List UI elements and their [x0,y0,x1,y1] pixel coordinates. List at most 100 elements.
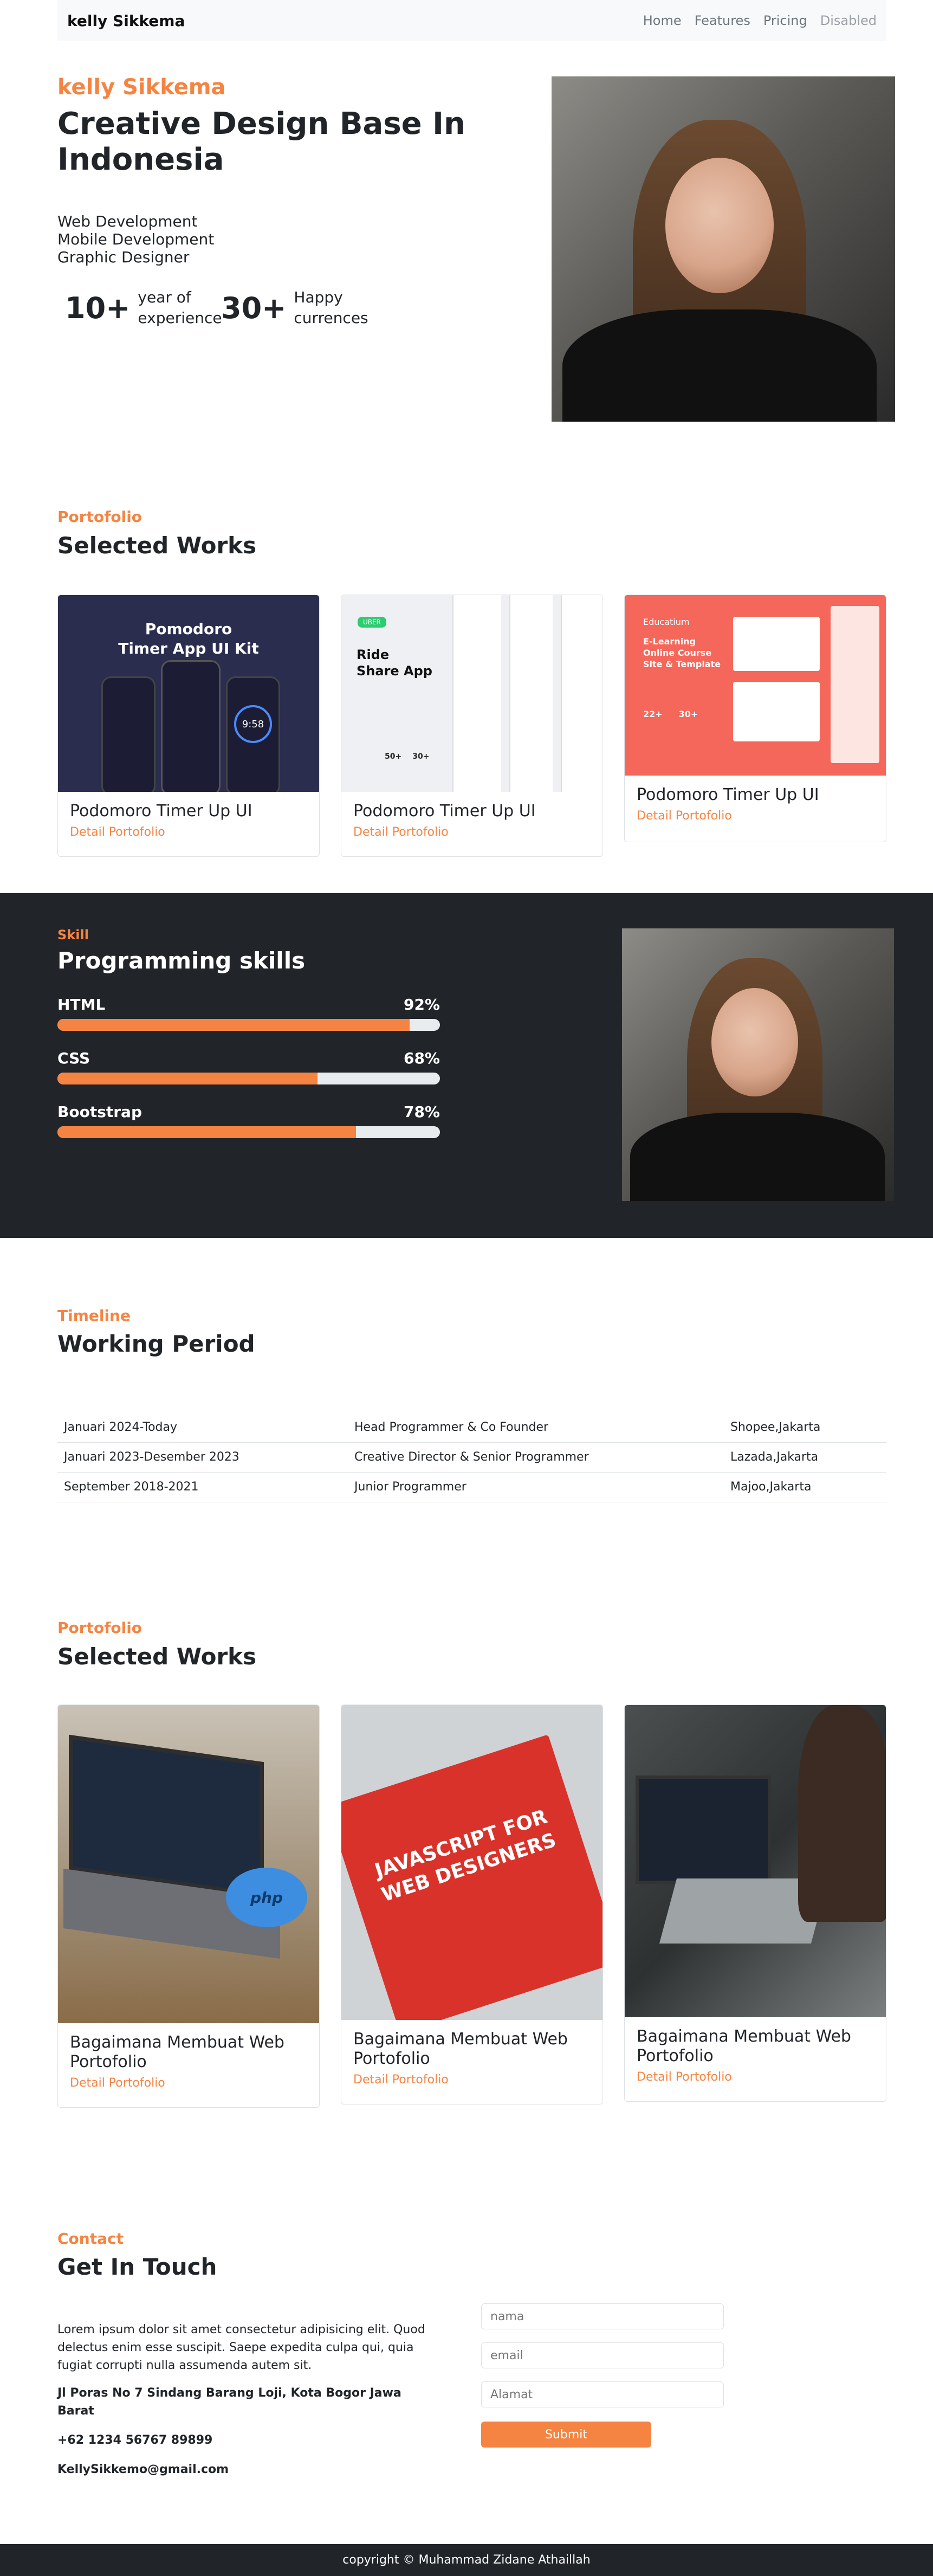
table-cell: Januari 2023-Desember 2023 [57,1442,348,1473]
portfolio-title: Selected Works [57,532,257,559]
stat-label: year of experience [138,287,222,328]
skill-percent: 92% [403,996,440,1013]
card-title: Podomoro Timer Up UI [637,785,819,804]
table-row: Januari 2024-Today Head Programmer & Co … [57,1412,886,1443]
contact-address: Jl Poras No 7 Sindang Barang Loji, Kota … [57,2386,401,2418]
blog-card[interactable]: JAVASCRIPT FOR WEB DESIGNERS Bagaimana M… [341,1705,603,2104]
nav-link-features[interactable]: Features [695,13,750,28]
navbar: kelly Sikkema Home Features Pricing Disa… [57,0,886,41]
skill-name: HTML [57,996,106,1013]
name-input[interactable] [481,2303,724,2329]
table-cell: Januari 2024-Today [57,1412,348,1443]
card-thumbnail: Educatium E-Learning Online Course Site … [625,595,886,776]
role-item: Web Development [57,212,198,230]
timeline-table: Januari 2024-Today Head Programmer & Co … [57,1412,886,1502]
address-input[interactable] [481,2381,724,2407]
skill-progress-bar [57,1126,440,1138]
stat-label-line: currences [294,309,368,327]
table-row: Januari 2023-Desember 2023 Creative Dire… [57,1442,886,1473]
role-item: Mobile Development [57,230,215,248]
skill-name: Bootstrap [57,1103,142,1121]
portfolio-card[interactable]: Pomodoro Timer App UI Kit 9:58 Podomoro … [57,595,320,857]
nav-link-pricing[interactable]: Pricing [763,13,807,28]
portfolio-card[interactable]: UBER Ride Share App 50+ 30+ Podomoro Tim… [341,595,603,857]
stat-number: 10+ [65,290,131,325]
thumb-timer: 9:58 [234,705,272,743]
card-thumbnail: Pomodoro Timer App UI Kit 9:58 [58,595,319,792]
table-cell: Creative Director & Senior Programmer [348,1442,724,1473]
submit-button[interactable]: Submit [481,2422,651,2448]
card-link[interactable]: Detail Portofolio [70,825,307,839]
portfolio-label: Portofolio [57,508,142,526]
card-link[interactable]: Detail Portofolio [70,2076,307,2090]
hero-title: Creative Design Base In Indonesia [57,106,465,177]
stat-label: Happy currences [294,287,368,328]
card-title: Bagaimana Membuat Web Portofolio [70,2033,284,2071]
thumb-title: Site & Template [643,659,721,669]
card-title: Bagaimana Membuat Web Portofolio [353,2030,568,2068]
portfolio-title: Selected Works [57,1643,257,1670]
stat-clients: 30+ Happy currences [221,287,368,328]
card-thumbnail: php [58,1705,319,2023]
skill-progress-bar [57,1073,440,1084]
table-cell: Head Programmer & Co Founder [348,1412,724,1443]
card-link[interactable]: Detail Portofolio [353,2073,591,2087]
card-thumbnail: JAVASCRIPT FOR WEB DESIGNERS [341,1705,602,2020]
thumb-subtitle: Timer App UI Kit [118,640,259,657]
contact-phone: +62 1234 56767 89899 [57,2433,213,2447]
skill-css: CSS 68% [57,1049,440,1084]
thumb-stat: 22+ [643,709,663,719]
card-link[interactable]: Detail Portofolio [637,809,874,823]
thumb-mascot: php [226,1868,307,1927]
skill-html: HTML 92% [57,996,440,1031]
table-row: September 2018-2021 Junior Programmer Ma… [57,1472,886,1502]
contact-email[interactable]: KellySikkemo@gmail.com [57,2461,431,2478]
skill-progress-fill [57,1126,356,1138]
hero-name: kelly Sikkema [57,75,226,100]
card-thumbnail [625,1705,886,2017]
skill-progress-fill [57,1073,318,1084]
thumb-title: Online Course [643,648,712,658]
table-cell: September 2018-2021 [57,1472,348,1502]
card-title: Bagaimana Membuat Web Portofolio [637,2027,851,2065]
email-input[interactable] [481,2342,724,2368]
card-link[interactable]: Detail Portofolio [353,825,591,839]
card-thumbnail: UBER Ride Share App 50+ 30+ [341,595,602,792]
contact-label: Contact [57,2230,124,2248]
skills-title: Programming skills [57,947,306,974]
portfolio-label: Portofolio [57,1619,142,1637]
timeline-title: Working Period [57,1331,255,1357]
footer: copyright © Muhammad Zidane Athaillah [0,2544,933,2576]
skills-label: Skill [57,927,89,942]
brand-logo[interactable]: kelly Sikkema [67,12,185,30]
thumb-subtitle: Share App [357,663,432,679]
card-title: Podomoro Timer Up UI [353,802,536,821]
skill-percent: 78% [403,1103,440,1121]
skill-name: CSS [57,1049,90,1067]
contact-description: Lorem ipsum dolor sit amet consectetur a… [57,2323,425,2372]
thumb-brand: Educatium [643,617,690,627]
blog-card[interactable]: Bagaimana Membuat Web Portofolio Detail … [624,1705,886,2102]
role-item: Graphic Designer [57,248,190,266]
contact-title: Get In Touch [57,2254,217,2280]
card-link[interactable]: Detail Portofolio [637,2070,874,2084]
thumb-title: E-Learning [643,636,696,647]
skills-portrait [622,928,894,1201]
contact-info: Lorem ipsum dolor sit amet consectetur a… [57,2321,431,2478]
thumb-title: Ride [357,647,390,662]
stat-experience: 10+ year of experience [65,287,222,328]
skill-progress-bar [57,1019,440,1031]
stat-number: 30+ [221,290,287,325]
blog-card[interactable]: php Bagaimana Membuat Web Portofolio Det… [57,1705,320,2108]
table-cell: Majoo,Jakarta [724,1472,886,1502]
portfolio-card[interactable]: Educatium E-Learning Online Course Site … [624,595,886,842]
nav-link-disabled: Disabled [820,13,877,28]
thumb-stat: 30+ [678,709,698,719]
table-cell: Shopee,Jakarta [724,1412,886,1443]
skills-section: Skill Programming skills HTML 92% CSS 68% … [0,893,933,1238]
skill-progress-fill [57,1019,410,1031]
table-cell: Junior Programmer [348,1472,724,1502]
table-cell: Lazada,Jakarta [724,1442,886,1473]
nav-link-home[interactable]: Home [643,13,682,28]
timeline-label: Timeline [57,1307,131,1325]
